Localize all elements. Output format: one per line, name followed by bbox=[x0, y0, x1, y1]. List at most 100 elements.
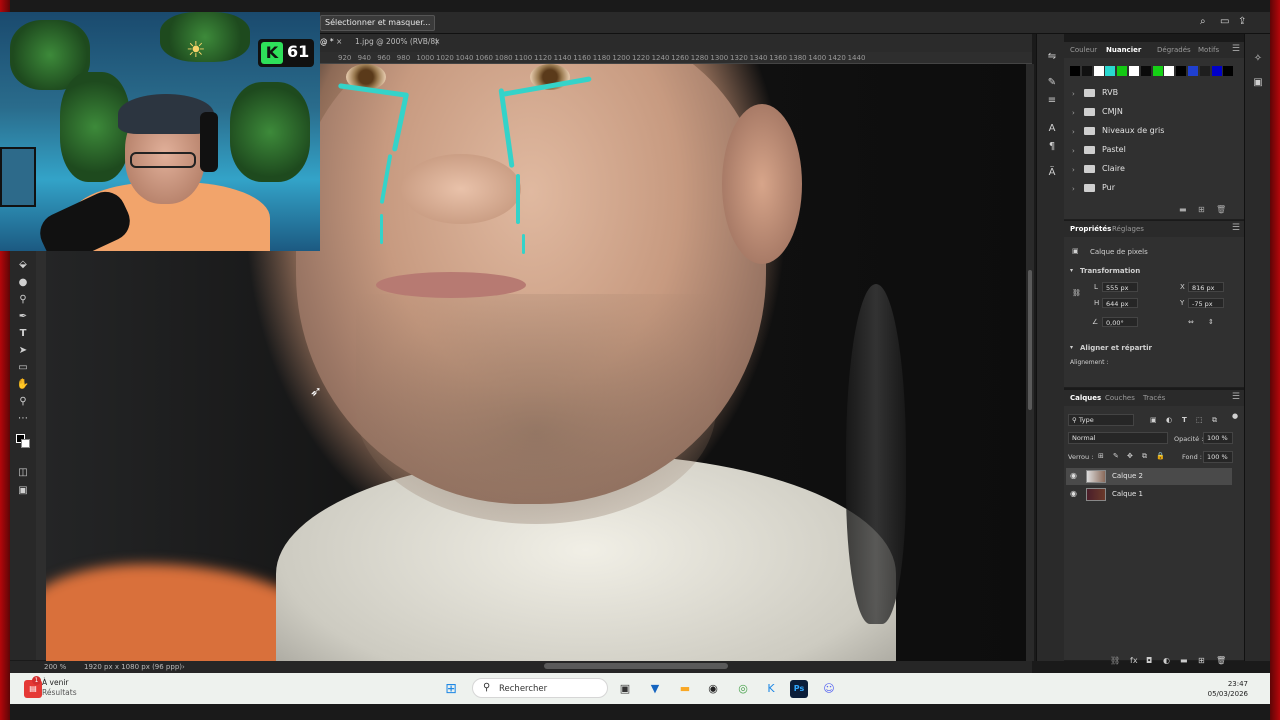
color-swatch[interactable] bbox=[1093, 66, 1104, 76]
lock-position-icon[interactable]: ✥ bbox=[1127, 452, 1133, 460]
more-tools-icon[interactable]: ⋯ bbox=[16, 412, 30, 426]
lock-image-icon[interactable]: ✎ bbox=[1113, 452, 1119, 460]
taskbar-search[interactable]: ⚲ Rechercher bbox=[472, 678, 608, 698]
zoom-level[interactable]: 200 % bbox=[44, 663, 66, 671]
filter-toggle-icon[interactable]: ● bbox=[1232, 412, 1238, 420]
eye-icon[interactable]: ◉ bbox=[1070, 471, 1077, 480]
adjustments-icon[interactable]: ≡ bbox=[1045, 94, 1059, 108]
horizontal-scrollbar[interactable] bbox=[544, 663, 728, 669]
chevron-right-icon[interactable]: › bbox=[1072, 166, 1075, 174]
align-section-title[interactable]: Aligner et répartir bbox=[1080, 344, 1152, 352]
path-selection-icon[interactable]: ➤ bbox=[16, 344, 30, 358]
new-layer-icon[interactable]: ⊞ bbox=[1198, 656, 1205, 665]
flip-vertical-icon[interactable]: ⇕ bbox=[1208, 318, 1214, 326]
tab-proprietes[interactable]: Propriétés bbox=[1070, 225, 1111, 233]
layer-row[interactable]: ◉ Calque 1 bbox=[1066, 486, 1232, 503]
tab-active-document[interactable]: @ * bbox=[320, 37, 334, 46]
glyphs-icon[interactable]: Ä bbox=[1045, 166, 1059, 180]
color-swatch[interactable] bbox=[1211, 66, 1222, 76]
fill-field[interactable]: 100 % bbox=[1203, 451, 1233, 463]
swatch-group-row[interactable]: › Pur bbox=[1072, 182, 1222, 200]
pen-tool-icon[interactable]: ✒ bbox=[16, 310, 30, 324]
panel-menu-icon[interactable]: ☰ bbox=[1232, 44, 1240, 54]
color-swatch[interactable] bbox=[1176, 66, 1187, 76]
new-swatch-icon[interactable]: ⊞ bbox=[1198, 205, 1205, 214]
vertical-scrollbar[interactable] bbox=[1028, 270, 1032, 410]
color-swatch[interactable] bbox=[1105, 66, 1116, 76]
add-mask-icon[interactable]: ◘ bbox=[1146, 656, 1152, 665]
brush-icon[interactable]: ✎ bbox=[1045, 76, 1059, 90]
paragraph-icon[interactable]: ¶ bbox=[1045, 140, 1059, 154]
color-swatch[interactable] bbox=[1129, 66, 1139, 76]
tab-degrades[interactable]: Dégradés bbox=[1157, 46, 1191, 54]
blend-mode-select[interactable]: Normal bbox=[1068, 432, 1168, 444]
layer-filter-select[interactable]: ⚲ Type bbox=[1068, 414, 1134, 426]
taskbar-clock[interactable]: 23:47 05/03/2026 bbox=[1208, 679, 1248, 699]
color-swatch[interactable] bbox=[1070, 66, 1080, 76]
y-field[interactable]: -75 px bbox=[1188, 298, 1224, 308]
color-swatch[interactable] bbox=[1140, 66, 1151, 76]
file-explorer-icon[interactable]: ▬ bbox=[676, 680, 694, 698]
new-adjustment-icon[interactable]: ◐ bbox=[1163, 656, 1170, 665]
x-field[interactable]: 816 px bbox=[1188, 282, 1224, 292]
tab-calques[interactable]: Calques bbox=[1070, 394, 1101, 402]
lock-all-icon[interactable]: 🔒 bbox=[1156, 452, 1165, 460]
lock-transparent-icon[interactable]: ⊞ bbox=[1098, 452, 1104, 460]
task-view-icon[interactable]: ▣ bbox=[616, 680, 634, 698]
chevron-right-icon[interactable]: › bbox=[1072, 90, 1075, 98]
lightbulb-icon[interactable]: ✧ bbox=[1251, 52, 1265, 66]
app-k-icon[interactable]: K bbox=[762, 680, 780, 698]
swatch-group-row[interactable]: › Claire bbox=[1072, 163, 1222, 181]
swatch-group-row[interactable]: › RVB bbox=[1072, 87, 1222, 105]
blur-tool-icon[interactable]: ● bbox=[16, 276, 30, 290]
fx-icon[interactable]: fx bbox=[1130, 656, 1138, 665]
color-swatch[interactable] bbox=[1081, 66, 1092, 76]
flip-horizontal-icon[interactable]: ⇔ bbox=[1188, 318, 1194, 326]
chevron-right-icon[interactable]: › bbox=[182, 663, 185, 671]
height-field[interactable]: 644 px bbox=[1102, 298, 1138, 308]
libraries-icon[interactable]: ▣ bbox=[1251, 76, 1265, 90]
quick-mask-icon[interactable]: ◫ bbox=[16, 466, 30, 480]
chevron-right-icon[interactable]: › bbox=[1072, 109, 1075, 117]
panel-menu-icon[interactable]: ☰ bbox=[1232, 392, 1240, 402]
link-layers-icon[interactable]: ⛓ bbox=[1110, 656, 1120, 665]
app-vector-icon[interactable]: ▼ bbox=[646, 680, 664, 698]
tab-couches[interactable]: Couches bbox=[1105, 394, 1135, 402]
chevron-down-icon[interactable]: ▾ bbox=[1070, 344, 1073, 351]
color-swatch[interactable] bbox=[1164, 66, 1175, 76]
chrome-icon[interactable]: ◎ bbox=[734, 680, 752, 698]
color-swatch[interactable] bbox=[1117, 66, 1128, 76]
chevron-down-icon[interactable]: ▾ bbox=[1070, 267, 1073, 274]
chevron-right-icon[interactable]: › bbox=[1072, 185, 1075, 193]
eye-icon[interactable]: ◉ bbox=[1070, 489, 1077, 498]
layer-row[interactable]: ◉ Calque 2 bbox=[1066, 468, 1232, 485]
share-icon[interactable]: ⇪ bbox=[1238, 16, 1246, 27]
lock-artboard-icon[interactable]: ⧉ bbox=[1142, 452, 1147, 461]
windows-start-icon[interactable]: ⊞ bbox=[442, 680, 460, 698]
filter-type-icon[interactable]: T bbox=[1182, 416, 1187, 424]
search-icon[interactable]: ⌕ bbox=[1200, 16, 1206, 27]
color-swatch[interactable] bbox=[1199, 66, 1210, 76]
rectangle-tool-icon[interactable]: ▭ bbox=[16, 361, 30, 375]
hand-tool-icon[interactable]: ✋ bbox=[16, 378, 30, 392]
chevron-right-icon[interactable]: › bbox=[1072, 128, 1075, 136]
history-icon[interactable]: ⇋ bbox=[1045, 50, 1059, 64]
tab-reglages[interactable]: Réglages bbox=[1112, 225, 1144, 233]
filter-shape-icon[interactable]: ⬚ bbox=[1196, 416, 1203, 424]
select-and-mask-button[interactable]: Sélectionner et masquer... bbox=[320, 15, 436, 31]
tab-nuancier[interactable]: Nuancier bbox=[1106, 46, 1141, 54]
discord-icon[interactable]: ☺ bbox=[820, 680, 838, 698]
color-swatch[interactable] bbox=[1152, 66, 1163, 76]
swatch-group-row[interactable]: › Pastel bbox=[1072, 144, 1222, 162]
character-icon[interactable]: A bbox=[1045, 122, 1059, 136]
tab-motifs[interactable]: Motifs bbox=[1198, 46, 1219, 54]
color-swatch[interactable] bbox=[1188, 66, 1198, 76]
filter-smart-icon[interactable]: ⧉ bbox=[1212, 416, 1217, 425]
screen-mode-icon[interactable]: ▣ bbox=[16, 484, 30, 498]
obs-icon[interactable]: ◉ bbox=[704, 680, 722, 698]
workspace-icon[interactable]: ▭ bbox=[1220, 16, 1229, 27]
type-tool-icon[interactable]: T bbox=[16, 327, 30, 341]
opacity-field[interactable]: 100 % bbox=[1203, 432, 1233, 444]
filter-pixel-icon[interactable]: ▣ bbox=[1150, 416, 1157, 424]
close-icon[interactable]: × bbox=[336, 37, 342, 46]
